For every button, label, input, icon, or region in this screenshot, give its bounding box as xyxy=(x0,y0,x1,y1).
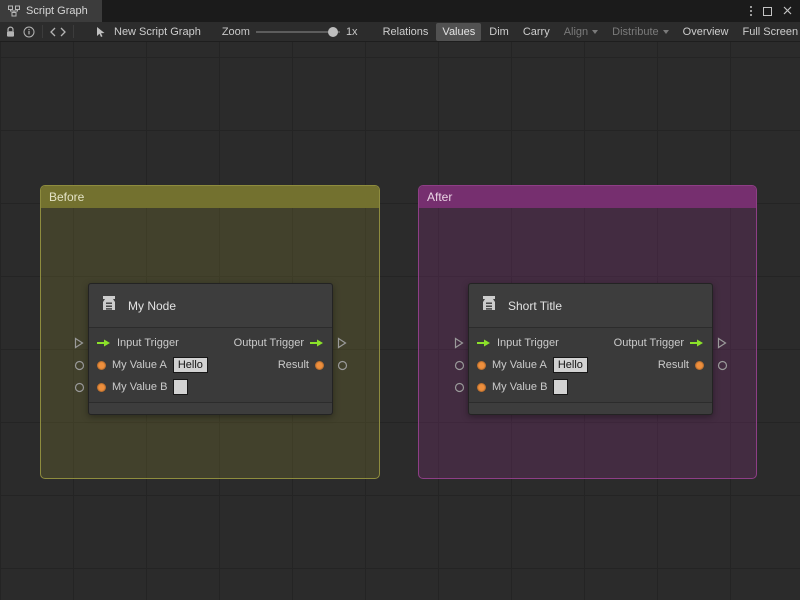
node-icon xyxy=(99,293,119,318)
info-icon[interactable] xyxy=(23,26,35,38)
data-in-external-port-icon[interactable] xyxy=(450,354,468,376)
chevron-down-icon xyxy=(662,29,669,34)
port-row: My Value A Hello Result xyxy=(469,354,712,376)
maximize-icon[interactable] xyxy=(763,6,772,16)
lock-icon[interactable] xyxy=(5,26,16,38)
node-body[interactable]: Short Title Input Trigger Output Trigger xyxy=(468,283,713,415)
group-header[interactable]: After xyxy=(419,186,756,208)
window-controls xyxy=(750,0,800,22)
zoom-slider-handle[interactable] xyxy=(327,26,338,37)
value-b-field[interactable] xyxy=(553,379,569,395)
dim-button[interactable]: Dim xyxy=(483,23,515,41)
node-footer xyxy=(469,402,712,414)
node-title: My Node xyxy=(128,298,177,313)
port-row: My Value B xyxy=(89,376,332,398)
port-label: My Value A xyxy=(492,359,547,371)
flow-out-external-port-icon[interactable] xyxy=(333,332,351,354)
values-button[interactable]: Values xyxy=(436,22,482,41)
group-header[interactable]: Before xyxy=(41,186,379,208)
data-out-external-port-icon[interactable] xyxy=(713,354,731,376)
overview-button[interactable]: Overview xyxy=(677,23,735,41)
zoom-control: Zoom 1x xyxy=(221,22,358,41)
close-icon[interactable] xyxy=(783,2,792,20)
data-out-port-icon[interactable] xyxy=(695,360,704,370)
value-a-field[interactable]: Hello xyxy=(552,357,588,373)
flow-out-external-port-icon[interactable] xyxy=(713,332,731,354)
data-in-port-icon[interactable] xyxy=(477,360,486,370)
node-short-title[interactable]: Short Title Input Trigger Output Trigger xyxy=(450,283,731,415)
value-a-field[interactable]: Hello xyxy=(172,357,208,373)
flow-out-port-icon[interactable] xyxy=(310,338,324,348)
flow-out-port-icon[interactable] xyxy=(690,338,704,348)
chevron-down-icon xyxy=(592,29,599,34)
zoom-label: Zoom xyxy=(221,25,250,38)
port-label: Input Trigger xyxy=(117,337,179,349)
port-label: Result xyxy=(277,359,309,371)
port-label: My Value B xyxy=(112,381,168,393)
tab-bar: Script Graph xyxy=(0,0,800,22)
port-label: Output Trigger xyxy=(613,337,684,349)
node-ports: Input Trigger Output Trigger My Value A … xyxy=(89,328,332,402)
node-title: Short Title xyxy=(508,298,563,313)
port-row: Input Trigger Output Trigger xyxy=(469,332,712,354)
port-label: Result xyxy=(657,359,689,371)
fullscreen-button[interactable]: Full Screen xyxy=(736,23,800,41)
graph-toolbar: New Script Graph Zoom 1x Relations Value… xyxy=(0,22,800,42)
distribute-button: Distribute xyxy=(606,23,674,41)
node-my-node[interactable]: My Node Input Trigger Output Trigger My … xyxy=(70,283,351,415)
data-out-port-icon[interactable] xyxy=(315,360,324,370)
carry-button[interactable]: Carry xyxy=(517,23,556,41)
port-label: Output Trigger xyxy=(233,337,304,349)
value-b-field[interactable] xyxy=(173,379,189,395)
node-body[interactable]: My Node Input Trigger Output Trigger My … xyxy=(88,283,333,415)
flow-in-port-icon[interactable] xyxy=(477,338,491,348)
zoom-value: 1x xyxy=(345,25,358,38)
node-icon xyxy=(479,293,499,318)
node-ports: Input Trigger Output Trigger My Value A … xyxy=(469,328,712,402)
flow-in-port-icon[interactable] xyxy=(97,338,111,348)
port-label: Input Trigger xyxy=(497,337,559,349)
toolbar-divider xyxy=(42,25,43,38)
toolbar-buttons: Relations Values Dim Carry Align Distrib… xyxy=(377,22,800,41)
port-row: My Value A Hello Result xyxy=(89,354,332,376)
tab-script-graph[interactable]: Script Graph xyxy=(0,0,102,22)
graph-name-label[interactable]: New Script Graph xyxy=(114,26,201,38)
node-external-ports-left xyxy=(450,283,468,415)
group-title: Before xyxy=(49,190,85,204)
data-in-external-port-icon[interactable] xyxy=(450,376,468,398)
node-footer xyxy=(89,402,332,414)
graph-canvas[interactable]: Before After My Node Input Trigger Outpu… xyxy=(0,42,800,600)
flow-in-external-port-icon[interactable] xyxy=(70,332,88,354)
zoom-slider[interactable] xyxy=(255,22,340,41)
code-view-icon[interactable] xyxy=(50,27,66,37)
group-title: After xyxy=(427,190,453,204)
menu-icon[interactable] xyxy=(750,6,752,16)
graph-icon xyxy=(8,5,20,17)
flow-in-external-port-icon[interactable] xyxy=(450,332,468,354)
node-external-ports-right xyxy=(713,283,731,415)
port-label: My Value B xyxy=(492,381,548,393)
data-in-port-icon[interactable] xyxy=(477,382,486,392)
port-row: Input Trigger Output Trigger xyxy=(89,332,332,354)
node-external-ports-right xyxy=(333,283,351,415)
relations-button[interactable]: Relations xyxy=(377,23,435,41)
port-row: My Value B xyxy=(469,376,712,398)
data-out-external-port-icon[interactable] xyxy=(333,354,351,376)
data-in-port-icon[interactable] xyxy=(97,360,106,370)
node-external-ports-left xyxy=(70,283,88,415)
port-label: My Value A xyxy=(112,359,167,371)
data-in-port-icon[interactable] xyxy=(97,382,106,392)
node-header[interactable]: Short Title xyxy=(469,284,712,328)
align-button: Align xyxy=(558,23,604,41)
tab-title: Script Graph xyxy=(26,5,88,17)
data-in-external-port-icon[interactable] xyxy=(70,376,88,398)
script-graph-window: Script Graph New Script Graph Zoom 1x Re… xyxy=(0,0,800,600)
data-in-external-port-icon[interactable] xyxy=(70,354,88,376)
toolbar-divider xyxy=(73,25,74,38)
node-header[interactable]: My Node xyxy=(89,284,332,328)
cursor-icon xyxy=(95,26,107,38)
